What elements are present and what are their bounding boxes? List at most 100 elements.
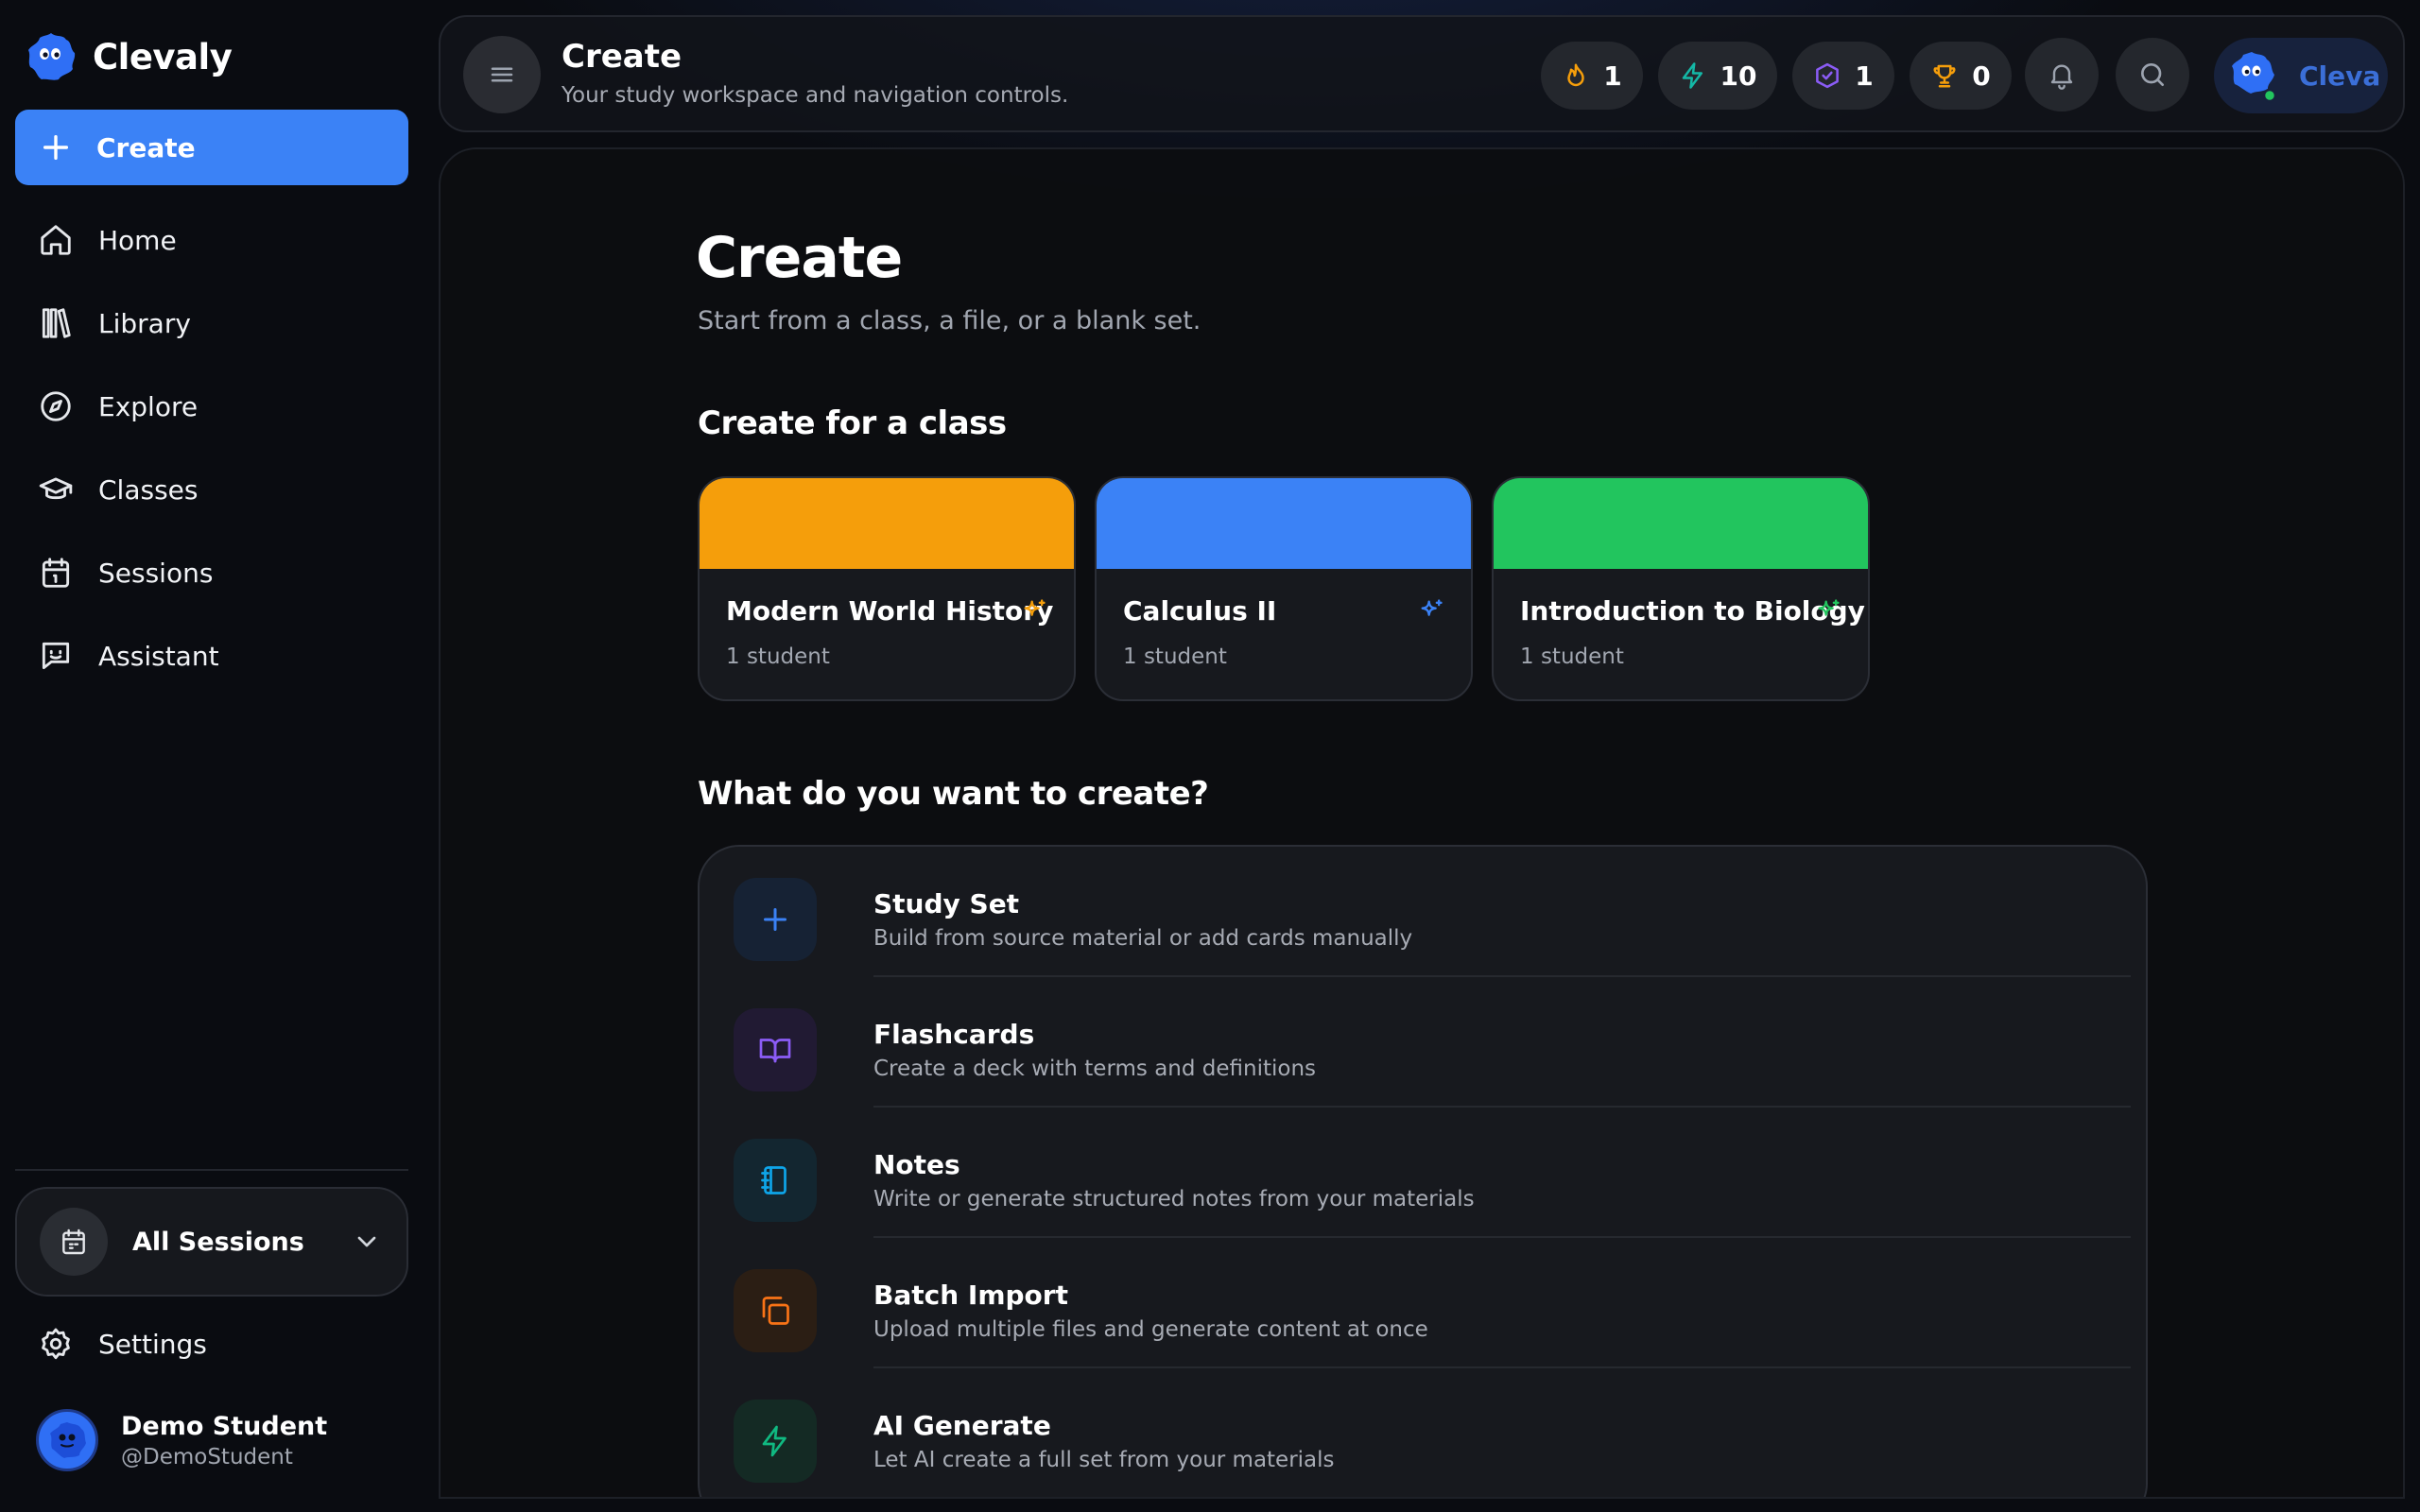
sparkle-icon <box>1421 599 1443 616</box>
page-header-subtitle: Your study workspace and navigation cont… <box>562 83 1069 108</box>
option-description: Build from source material or add cards … <box>873 926 1413 951</box>
class-card-name: Calculus II <box>1123 595 1277 627</box>
streak-count: 1 <box>1603 60 1622 92</box>
hexagon-badge-icon <box>1816 62 1840 89</box>
trophies-count: 0 <box>1972 60 1991 92</box>
class-card-name: Modern World History <box>726 595 1054 627</box>
page-subtitle: Start from a class, a file, or a blank s… <box>698 306 1201 335</box>
sessions-selector[interactable]: All Sessions <box>15 1187 408 1297</box>
hamburger-icon <box>491 67 513 82</box>
trophies-badge[interactable]: 0 <box>1910 42 2012 110</box>
user-profile[interactable]: Demo Student @DemoStudent <box>36 1409 327 1471</box>
create-option-batch-import[interactable]: Batch Import Upload multiple files and g… <box>732 1238 2131 1368</box>
mascot-avatar-icon <box>2232 52 2277 103</box>
option-title: AI Generate <box>873 1410 1051 1441</box>
option-description: Create a deck with terms and definitions <box>873 1057 1317 1081</box>
streak-badge[interactable]: 1 <box>1541 42 1643 110</box>
sidebar-item-label: Library <box>98 307 191 339</box>
class-card-student-count: 1 student <box>1123 644 1227 669</box>
graduation-cap-icon <box>39 477 73 500</box>
mascot-logo-icon <box>28 33 76 80</box>
sidebar-item-label: Settings <box>98 1328 207 1360</box>
option-description: Let AI create a full set from your mater… <box>873 1448 1335 1472</box>
class-card-introduction-to-biology[interactable]: Introduction to Biology 1 student <box>1492 476 1870 701</box>
create-option-study-set[interactable]: Study Set Build from source material or … <box>732 847 2131 977</box>
mascot-avatar-icon <box>50 1422 86 1458</box>
option-title: Study Set <box>873 888 1020 919</box>
energy-badge[interactable]: 10 <box>1658 42 1777 110</box>
class-card-banner <box>1097 478 1471 569</box>
user-text: Demo Student @DemoStudent <box>121 1412 327 1469</box>
bell-icon <box>2050 64 2073 90</box>
class-card-banner <box>700 478 1074 569</box>
create-button-label: Create <box>96 131 196 163</box>
copy-icon <box>762 1297 789 1325</box>
option-title: Notes <box>873 1149 960 1180</box>
sidebar-item-settings[interactable]: Settings <box>38 1326 207 1362</box>
bolt-icon <box>1682 62 1703 89</box>
class-card-student-count: 1 student <box>726 644 830 669</box>
flame-icon <box>1567 63 1584 87</box>
sparkle-icon <box>1024 599 1046 616</box>
calendar-icon <box>62 1228 85 1255</box>
option-icon-wrap <box>734 1008 817 1091</box>
plus-icon <box>764 908 786 931</box>
chat-bot-icon <box>42 642 70 670</box>
sidebar-item-label: Sessions <box>98 557 214 589</box>
sidebar-item-classes[interactable]: Classes <box>15 448 408 531</box>
chevron-down-icon <box>357 1236 376 1247</box>
class-card-banner <box>1494 478 1868 569</box>
sparkle-icon <box>1818 599 1840 616</box>
option-description: Upload multiple files and generate conte… <box>873 1317 1428 1342</box>
sidebar: Clevaly Create Home Library Explore Clas… <box>0 0 424 1512</box>
sidebar-item-library[interactable]: Library <box>15 282 408 365</box>
create-option-flashcards[interactable]: Flashcards Create a deck with terms and … <box>732 977 2131 1108</box>
create-button[interactable]: Create <box>15 110 408 185</box>
calendar-icon <box>42 558 70 588</box>
profile-menu[interactable]: Cleva <box>2214 38 2388 113</box>
brand[interactable]: Clevaly <box>25 30 233 83</box>
sidebar-item-label: Explore <box>98 390 199 422</box>
notebook-icon <box>761 1166 786 1194</box>
user-name: Demo Student <box>121 1411 328 1441</box>
bolt-icon <box>762 1425 786 1457</box>
avatar <box>36 1409 98 1471</box>
create-options-heading: What do you want to create? <box>698 775 1209 813</box>
classes-heading: Create for a class <box>698 404 1007 442</box>
main-panel: Create Start from a class, a file, or a … <box>439 147 2405 1499</box>
sidebar-divider <box>15 1169 408 1171</box>
page-header-title: Create <box>562 38 683 76</box>
create-option-notes[interactable]: Notes Write or generate structured notes… <box>732 1108 2131 1238</box>
sidebar-item-label: Classes <box>98 473 199 506</box>
search-icon <box>2141 63 2164 86</box>
class-card-calculus-ii[interactable]: Calculus II 1 student <box>1095 476 1473 701</box>
search-button[interactable] <box>2116 38 2189 112</box>
sidebar-item-home[interactable]: Home <box>15 198 408 282</box>
sidebar-item-explore[interactable]: Explore <box>15 365 408 448</box>
user-handle: @DemoStudent <box>121 1444 293 1469</box>
sidebar-nav: Home Library Explore Classes Sessions As… <box>15 198 408 697</box>
class-card-name: Introduction to Biology <box>1520 595 1865 627</box>
option-icon-wrap <box>734 1139 817 1222</box>
sessions-selector-icon-wrap <box>40 1208 108 1276</box>
sidebar-item-sessions[interactable]: Sessions <box>15 531 408 614</box>
gear-icon <box>42 1328 70 1360</box>
option-description: Write or generate structured notes from … <box>873 1187 1475 1211</box>
top-bar: Create Your study workspace and navigati… <box>439 15 2405 132</box>
menu-button[interactable] <box>463 36 541 113</box>
badges-count: 1 <box>1855 60 1874 92</box>
sidebar-item-assistant[interactable]: Assistant <box>15 614 408 697</box>
badges-badge[interactable]: 1 <box>1792 42 1894 110</box>
create-option-ai-generate[interactable]: AI Generate Let AI create a full set fro… <box>732 1368 2131 1497</box>
option-icon-wrap <box>734 1400 817 1483</box>
class-card-modern-world-history[interactable]: Modern World History 1 student <box>698 476 1076 701</box>
sidebar-item-label: Home <box>98 224 177 256</box>
home-icon <box>41 225 71 255</box>
trophy-icon <box>1933 64 1956 88</box>
notifications-button[interactable] <box>2025 38 2099 112</box>
sessions-selector-label: All Sessions <box>132 1227 304 1257</box>
library-icon <box>42 308 71 338</box>
book-open-icon <box>759 1039 791 1063</box>
sidebar-item-label: Assistant <box>98 640 219 672</box>
option-title: Batch Import <box>873 1280 1068 1311</box>
